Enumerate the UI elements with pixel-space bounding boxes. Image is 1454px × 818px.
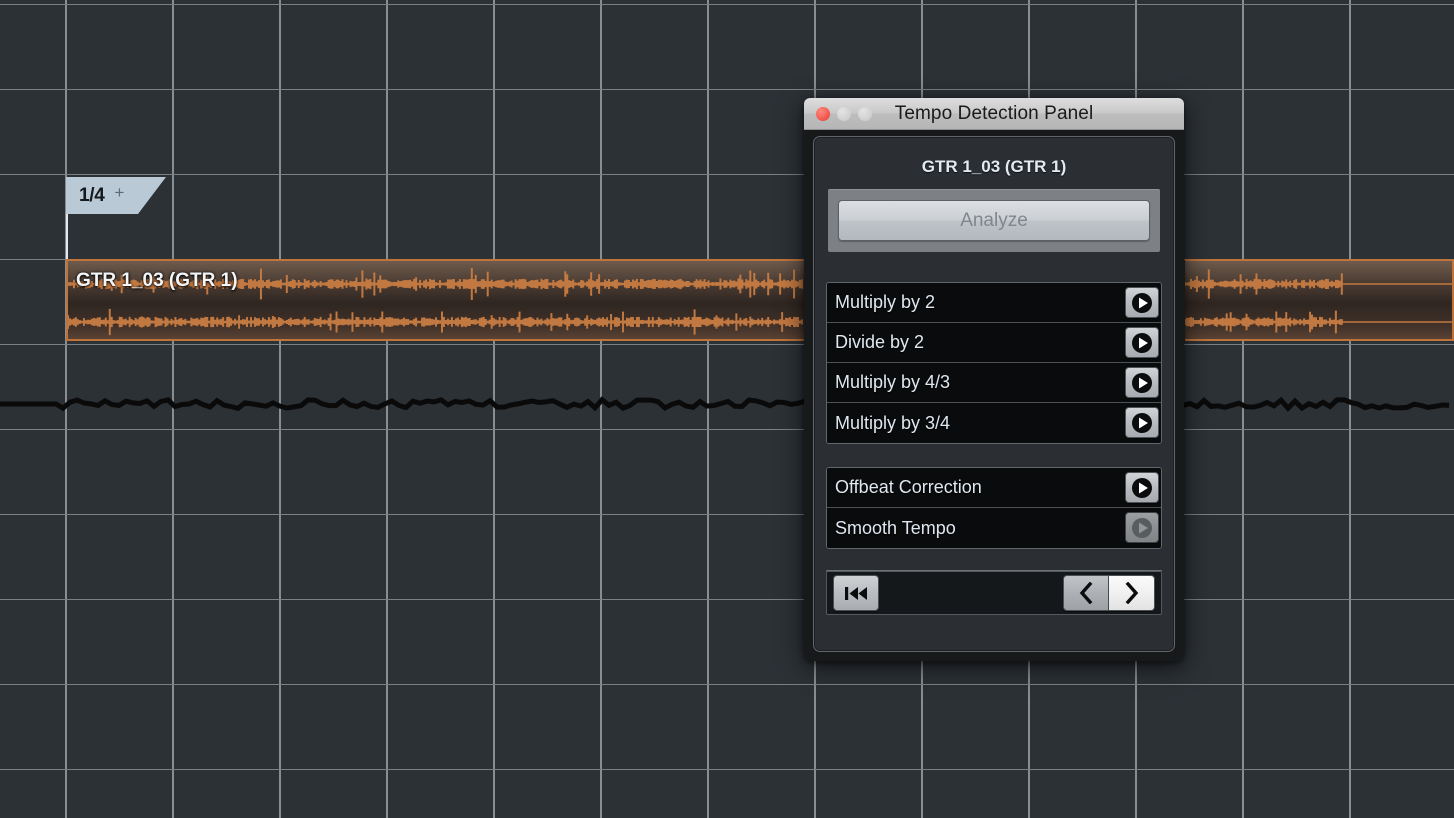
- gridline-horizontal: [0, 684, 1454, 685]
- play-icon: [1132, 292, 1152, 313]
- nav-button-group: [1063, 575, 1155, 611]
- correction-button-group: Offbeat Correction Smooth Tempo: [826, 467, 1162, 549]
- waveform-graphic: [1185, 310, 1452, 334]
- transport-bar: [826, 571, 1162, 615]
- waveform-graphic: [68, 308, 804, 336]
- analyze-well: Analyze: [828, 189, 1160, 252]
- gridline-horizontal: [0, 429, 1454, 430]
- chevron-right-icon: [1125, 582, 1139, 604]
- tempo-detection-panel[interactable]: Tempo Detection Panel GTR 1_03 (GTR 1) A…: [804, 98, 1184, 661]
- audio-region-label: GTR 1_03 (GTR 1): [76, 270, 238, 291]
- tempo-marker-quarter[interactable]: 1/4 +: [66, 177, 166, 214]
- play-icon: [1132, 332, 1152, 353]
- chevron-left-icon: [1079, 582, 1092, 604]
- multiply-action-label: Multiply by 2: [835, 292, 936, 312]
- tempo-marker-value: 1/4: [79, 184, 105, 206]
- multiply-button-group: Multiply by 2 Divide by 2 Multiply by 4/3 M…: [826, 282, 1162, 444]
- correction-action-label: Offbeat Correction: [835, 477, 982, 497]
- minimize-button[interactable]: [837, 106, 851, 121]
- panel-region-title: GTR 1_03 (GTR 1): [921, 157, 1067, 176]
- multiply-action-go-button[interactable]: [1125, 287, 1159, 318]
- previous-button[interactable]: [1063, 575, 1109, 611]
- waveform-lane-right-continued: [1185, 305, 1452, 339]
- next-button[interactable]: [1109, 575, 1155, 611]
- play-icon: [1132, 477, 1152, 498]
- correction-action-row[interactable]: Smooth Tempo: [827, 508, 1161, 548]
- correction-action-go-button: [1125, 512, 1159, 543]
- waveform-graphic: [1185, 269, 1452, 299]
- rewind-to-start-icon: [845, 586, 867, 600]
- play-icon: [1132, 517, 1152, 538]
- multiply-action-go-button[interactable]: [1125, 367, 1159, 398]
- waveform-lane-left-continued: [1185, 267, 1452, 301]
- gridline-horizontal: [0, 769, 1454, 770]
- multiply-action-go-button[interactable]: [1125, 327, 1159, 358]
- gridline-horizontal: [0, 599, 1454, 600]
- close-button[interactable]: [816, 106, 830, 121]
- correction-action-row[interactable]: Offbeat Correction: [827, 468, 1161, 508]
- play-icon: [1132, 412, 1152, 433]
- audio-region-continued[interactable]: [1185, 259, 1454, 341]
- multiply-action-row[interactable]: Multiply by 3/4: [827, 403, 1161, 443]
- audio-region[interactable]: GTR 1_03 (GTR 1): [66, 259, 806, 341]
- correction-action-go-button[interactable]: [1125, 472, 1159, 503]
- tempo-curve[interactable]: [0, 388, 1454, 420]
- multiply-action-label: Multiply by 3/4: [835, 412, 951, 433]
- tempo-curve-graphic: [0, 395, 1450, 412]
- multiply-action-row[interactable]: Multiply by 4/3: [827, 363, 1161, 403]
- analyze-button[interactable]: Analyze: [838, 200, 1150, 241]
- arrange-canvas[interactable]: 1/4 + GTR 1_03 (GTR 1): [0, 0, 1454, 818]
- correction-action-label: Smooth Tempo: [835, 517, 956, 538]
- multiply-action-label: Multiply by 4/3: [835, 372, 951, 392]
- multiply-action-label: Divide by 2: [835, 332, 925, 352]
- multiply-action-row[interactable]: Divide by 2: [827, 323, 1161, 363]
- gridline-horizontal: [0, 174, 1454, 175]
- zoom-button[interactable]: [858, 106, 872, 121]
- panel-titlebar[interactable]: Tempo Detection Panel: [804, 98, 1184, 130]
- gridline-horizontal: [0, 89, 1454, 90]
- multiply-action-row[interactable]: Multiply by 2: [827, 283, 1161, 323]
- waveform-lane-right: [68, 305, 804, 339]
- rewind-to-start-button[interactable]: [833, 575, 879, 611]
- gridline-horizontal: [0, 4, 1454, 5]
- multiply-action-go-button[interactable]: [1125, 407, 1159, 438]
- gridline-horizontal: [0, 344, 1454, 345]
- gridline-horizontal: [0, 514, 1454, 515]
- play-icon: [1132, 372, 1152, 393]
- panel-body: GTR 1_03 (GTR 1) Analyze Multiply by 2 Di…: [813, 136, 1175, 652]
- tempo-marker-plus-icon[interactable]: +: [115, 183, 125, 203]
